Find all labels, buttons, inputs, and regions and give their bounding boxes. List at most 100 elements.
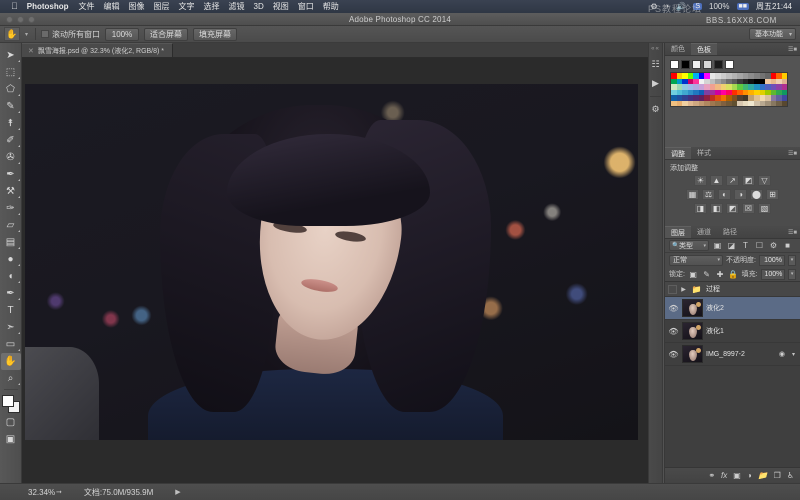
workspace-selector[interactable]: 基本功能 (749, 28, 796, 40)
panel-menu-icon[interactable]: ☰■ (788, 150, 797, 157)
shape-tool[interactable]: ▭ (1, 336, 21, 353)
link-layers-button[interactable]: ⚭ (708, 471, 715, 480)
panel-menu-icon[interactable]: ☰■ (788, 46, 797, 53)
eye-icon[interactable]: 👁 (668, 327, 679, 336)
apple-logo-icon[interactable]:  (11, 2, 18, 11)
menu-file[interactable]: 文件 (79, 1, 95, 12)
layer-list[interactable]: ▶ 📁 过程 👁 液化2 👁 液化1 👁 IMG_8997-2 ◉ ▾ (665, 281, 800, 467)
adjustment-filter-icon[interactable]: ◪ (726, 240, 737, 251)
history-panel-icon[interactable]: ☷ (649, 58, 662, 71)
color-balance-icon[interactable]: ⚖ (702, 189, 715, 200)
actions-panel-icon[interactable]: ▶ (649, 77, 662, 90)
delete-layer-button[interactable]: ♿ (787, 471, 794, 480)
menu-select[interactable]: 选择 (204, 1, 220, 12)
new-group-button[interactable]: 📁 (758, 471, 768, 480)
menu-image[interactable]: 图像 (129, 1, 145, 12)
wifi-icon[interactable]: ◔ (665, 2, 670, 11)
levels-icon[interactable]: ▲ (710, 175, 723, 186)
photo-filter-icon[interactable]: ◑ (734, 189, 747, 200)
menu-view[interactable]: 视图 (273, 1, 289, 12)
lock-image-icon[interactable]: ✎ (701, 269, 711, 280)
menubar-clock[interactable]: 周五21:44 (756, 1, 792, 12)
opacity-stepper[interactable]: ▾ (788, 254, 796, 266)
lock-position-icon[interactable]: ✚ (715, 269, 725, 280)
chevron-down-icon[interactable]: ▾ (790, 351, 797, 358)
curves-icon[interactable]: ↗ (726, 175, 739, 186)
black-white-icon[interactable]: ◐ (718, 189, 731, 200)
history-brush-tool[interactable]: ✑ (1, 200, 21, 217)
swatch-cell[interactable] (692, 60, 701, 69)
blend-mode-select[interactable]: 正常 (669, 254, 724, 266)
close-icon[interactable]: ✕ (28, 47, 34, 55)
menu-3d[interactable]: 3D (254, 2, 264, 11)
color-swatches[interactable] (1, 394, 21, 414)
layer-thumbnail[interactable] (682, 345, 703, 363)
swatch-cell[interactable] (681, 60, 690, 69)
path-selection-tool[interactable]: ➣ (1, 319, 21, 336)
layer-style-button[interactable]: fx (721, 471, 727, 480)
gradient-map-icon[interactable]: ▧ (758, 203, 771, 214)
menu-layer[interactable]: 图层 (154, 1, 170, 12)
layer-effects-icon[interactable]: ◉ (779, 350, 785, 358)
menu-filter[interactable]: 滤镜 (229, 1, 245, 12)
volume-icon[interactable]: 🔊 (676, 2, 686, 11)
posterize-icon[interactable]: ◧ (710, 203, 723, 214)
share-icon[interactable]: ➞ (56, 488, 62, 496)
table-row[interactable]: 👁 液化2 (665, 297, 800, 320)
quick-selection-tool[interactable]: ✎ (1, 98, 21, 115)
swatch-top-row[interactable] (670, 60, 795, 69)
layer-thumbnail[interactable] (682, 299, 703, 317)
adjustment-layer-button[interactable]: ◑ (747, 471, 752, 480)
layer-name[interactable]: 液化2 (706, 303, 797, 313)
menu-type[interactable]: 文字 (179, 1, 195, 12)
invert-icon[interactable]: ◨ (694, 203, 707, 214)
battery-percent[interactable]: 100% (709, 2, 729, 11)
tab-layers[interactable]: 图层 (665, 226, 691, 238)
layer-name[interactable]: 液化1 (706, 326, 797, 336)
checkbox-box[interactable] (41, 30, 50, 38)
pen-tool[interactable]: ✒ (1, 285, 21, 302)
tab-swatches[interactable]: 色板 (691, 43, 717, 55)
menu-window[interactable]: 窗口 (298, 1, 314, 12)
eye-icon[interactable]: 👁 (668, 350, 679, 359)
threshold-icon[interactable]: ◩ (726, 203, 739, 214)
swatch-cell[interactable] (725, 60, 734, 69)
swatches-panel[interactable] (665, 56, 800, 147)
vibrance-icon[interactable]: ▽ (758, 175, 771, 186)
swatch-grid[interactable] (670, 72, 788, 108)
layer-name[interactable]: 过程 (706, 284, 797, 294)
color-lookup-icon[interactable]: ⊞ (766, 189, 779, 200)
marquee-tool[interactable]: ⬚ (1, 64, 21, 81)
active-app-name[interactable]: Photoshop (27, 2, 69, 11)
opacity-value[interactable]: 100% (759, 254, 785, 266)
panel-menu-icon[interactable]: ☰■ (788, 229, 797, 236)
selective-color-icon[interactable]: ☒ (742, 203, 755, 214)
blur-tool[interactable]: ● (1, 251, 21, 268)
layer-filter-kind-select[interactable]: 类型 (669, 240, 709, 251)
swatch-cell[interactable] (703, 60, 712, 69)
exposure-icon[interactable]: ◩ (742, 175, 755, 186)
hand-tool[interactable]: ✋ (0, 353, 21, 370)
tab-adjustments[interactable]: 调整 (665, 147, 691, 159)
visibility-checkbox[interactable] (668, 284, 677, 294)
healing-brush-tool[interactable]: ✇ (1, 149, 21, 166)
screen-mode-icon[interactable]: ▣ (1, 431, 21, 448)
eyedropper-tool[interactable]: ✐ (1, 132, 21, 149)
scroll-all-windows-checkbox[interactable]: 滚动所有窗口 (41, 29, 100, 40)
type-tool[interactable]: T (1, 302, 21, 319)
fill-value[interactable]: 100% (760, 268, 786, 280)
hue-saturation-icon[interactable]: ▦ (686, 189, 699, 200)
lock-transparent-icon[interactable]: ▣ (688, 269, 698, 280)
table-row[interactable]: ▶ 📁 过程 (665, 282, 800, 297)
smart-object-filter-icon[interactable]: ⚙ (768, 240, 779, 251)
properties-panel-icon[interactable]: ⚙ (649, 103, 662, 116)
bluetooth-icon[interactable]: ⚙ (650, 2, 657, 11)
tab-channels[interactable]: 通道 (691, 226, 717, 238)
eraser-tool[interactable]: ▱ (1, 217, 21, 234)
swatch-cell[interactable] (714, 60, 723, 69)
tab-paths[interactable]: 路径 (717, 226, 743, 238)
collapse-panels-icon[interactable]: «« (651, 46, 660, 52)
zoom-tool[interactable]: ⌕ (1, 370, 21, 387)
menu-help[interactable]: 帮助 (323, 1, 339, 12)
channel-mixer-icon[interactable]: ⬤ (750, 189, 763, 200)
